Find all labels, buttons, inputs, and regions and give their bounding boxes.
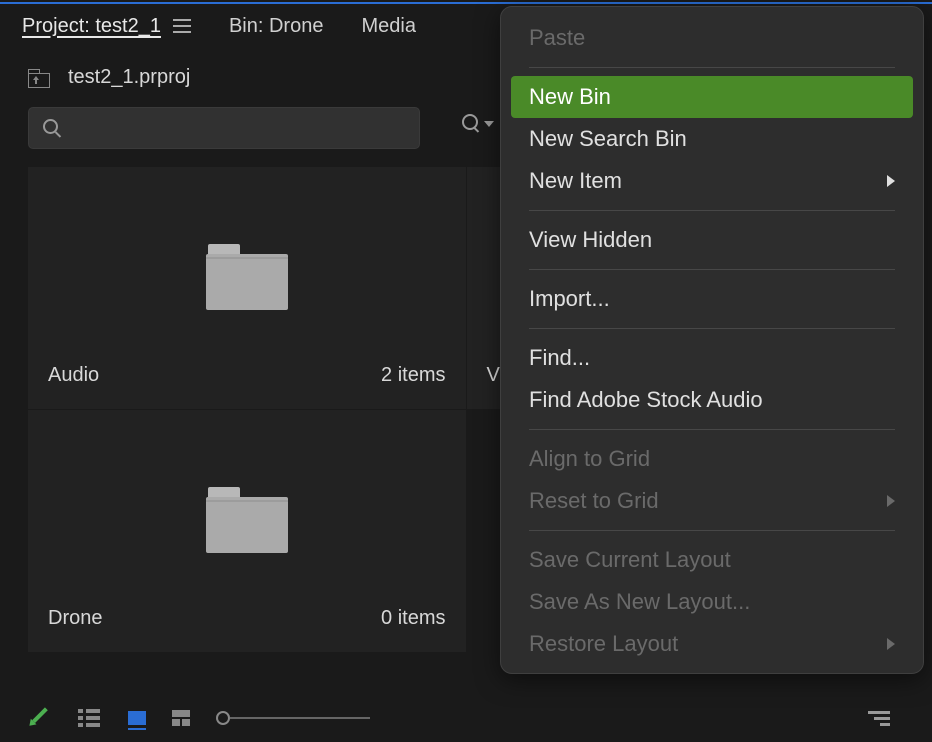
parent-folder-icon[interactable] bbox=[28, 69, 50, 87]
menu-new-search-bin[interactable]: New Search Bin bbox=[501, 118, 923, 160]
folder-icon bbox=[206, 487, 288, 553]
menu-label: New Bin bbox=[529, 84, 611, 110]
thumbnail-zoom-slider[interactable] bbox=[216, 711, 370, 725]
chevron-down-icon bbox=[484, 121, 494, 127]
search-field-wrap[interactable] bbox=[28, 107, 420, 149]
menu-save-as-layout: Save As New Layout... bbox=[501, 581, 923, 623]
menu-label: Align to Grid bbox=[529, 446, 650, 472]
bin-icon-wrap bbox=[48, 189, 446, 364]
writable-toggle-icon[interactable] bbox=[24, 702, 57, 735]
menu-separator bbox=[529, 269, 895, 270]
bin-card-audio[interactable]: Audio 2 items bbox=[28, 167, 466, 409]
icon-view-button[interactable] bbox=[128, 711, 146, 725]
menu-paste: Paste bbox=[501, 17, 923, 59]
chevron-right-icon bbox=[887, 638, 895, 650]
tab-project[interactable]: Project: test2_1 bbox=[22, 15, 191, 38]
menu-label: Save As New Layout... bbox=[529, 589, 750, 615]
menu-label: Find... bbox=[529, 345, 590, 371]
project-panel-toolbar bbox=[0, 694, 932, 742]
menu-label: Save Current Layout bbox=[529, 547, 731, 573]
tab-media-browser[interactable]: Media bbox=[361, 15, 415, 38]
tab-bin-label: Bin: Drone bbox=[229, 15, 324, 38]
menu-label: View Hidden bbox=[529, 227, 652, 253]
bin-item-count: 0 items bbox=[381, 607, 445, 630]
context-menu: Paste New Bin New Search Bin New Item Vi… bbox=[500, 6, 924, 674]
chevron-right-icon bbox=[887, 495, 895, 507]
menu-label: Restore Layout bbox=[529, 631, 678, 657]
bin-info-row: Audio 2 items bbox=[48, 364, 446, 387]
menu-separator bbox=[529, 210, 895, 211]
list-view-button[interactable] bbox=[78, 707, 102, 729]
bin-info-row: Drone 0 items bbox=[48, 607, 446, 630]
menu-reset-grid: Reset to Grid bbox=[501, 480, 923, 522]
menu-label: Reset to Grid bbox=[529, 488, 659, 514]
bin-name: Drone bbox=[48, 607, 102, 630]
tab-project-label: Project: test2_1 bbox=[22, 15, 161, 38]
zoom-knob-icon bbox=[216, 711, 230, 725]
chevron-right-icon bbox=[887, 175, 895, 187]
bin-item-count: 2 items bbox=[381, 364, 445, 387]
menu-label: Import... bbox=[529, 286, 610, 312]
menu-label: New Search Bin bbox=[529, 126, 687, 152]
bin-icon-wrap bbox=[48, 432, 446, 607]
menu-find[interactable]: Find... bbox=[501, 337, 923, 379]
menu-label: New Item bbox=[529, 168, 622, 194]
tab-media-label: Media bbox=[361, 15, 415, 38]
menu-separator bbox=[529, 429, 895, 430]
search-bin-icon bbox=[462, 114, 480, 132]
freeform-view-button[interactable] bbox=[172, 710, 190, 726]
search-input[interactable] bbox=[71, 119, 405, 137]
menu-separator bbox=[529, 328, 895, 329]
panel-menu-icon[interactable] bbox=[173, 19, 191, 33]
new-search-bin-button[interactable] bbox=[462, 114, 494, 142]
search-icon bbox=[43, 119, 61, 137]
project-file-name: test2_1.prproj bbox=[68, 66, 190, 89]
bin-name: Audio bbox=[48, 364, 99, 387]
menu-save-layout: Save Current Layout bbox=[501, 539, 923, 581]
window-active-border bbox=[0, 2, 932, 4]
menu-label: Paste bbox=[529, 25, 585, 51]
menu-find-stock-audio[interactable]: Find Adobe Stock Audio bbox=[501, 379, 923, 421]
folder-icon bbox=[206, 244, 288, 310]
menu-new-item[interactable]: New Item bbox=[501, 160, 923, 202]
menu-view-hidden[interactable]: View Hidden bbox=[501, 219, 923, 261]
zoom-track bbox=[230, 717, 370, 719]
sort-icons-button[interactable] bbox=[868, 711, 904, 726]
menu-label: Find Adobe Stock Audio bbox=[529, 387, 763, 413]
bin-card-drone[interactable]: Drone 0 items bbox=[28, 410, 466, 652]
menu-separator bbox=[529, 530, 895, 531]
menu-import[interactable]: Import... bbox=[501, 278, 923, 320]
menu-new-bin[interactable]: New Bin bbox=[511, 76, 913, 118]
tab-bin[interactable]: Bin: Drone bbox=[229, 15, 324, 38]
menu-align-grid: Align to Grid bbox=[501, 438, 923, 480]
menu-restore-layout: Restore Layout bbox=[501, 623, 923, 665]
menu-separator bbox=[529, 67, 895, 68]
